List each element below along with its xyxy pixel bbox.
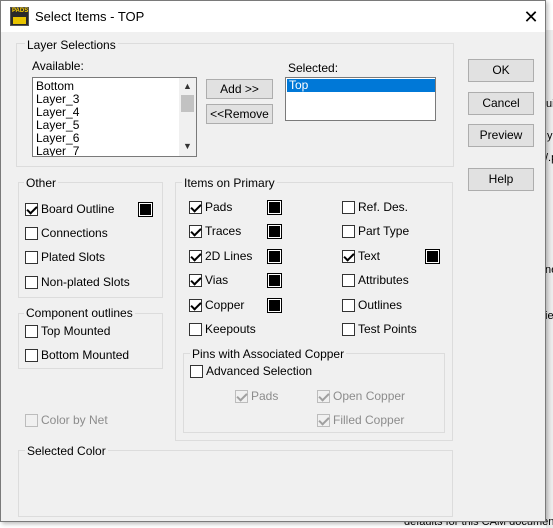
- title-bar: PADS Select Items - TOP ✕: [1, 1, 545, 32]
- pins-pads-checkbox[interactable]: [235, 390, 248, 403]
- pads-label: Pads: [205, 200, 233, 214]
- open-copper-checkbox[interactable]: [317, 390, 330, 403]
- traces-checkbox[interactable]: [189, 225, 202, 238]
- background-text: y: [547, 130, 553, 142]
- 2d-lines-color-swatch[interactable]: [267, 249, 282, 264]
- open-copper-label: Open Copper: [333, 389, 406, 403]
- cancel-button[interactable]: Cancel: [468, 92, 534, 115]
- scroll-down-icon[interactable]: ▼: [181, 140, 194, 153]
- add-button[interactable]: Add >>: [206, 79, 273, 99]
- non-plated-slots-label: Non-plated Slots: [41, 275, 130, 289]
- vias-checkbox[interactable]: [189, 274, 202, 287]
- scroll-up-icon[interactable]: ▲: [181, 80, 194, 93]
- pads-color-swatch[interactable]: [267, 200, 282, 215]
- selected-color-label: Selected Color: [25, 444, 108, 458]
- part-type-checkbox[interactable]: [342, 225, 355, 238]
- board-outline-checkbox[interactable]: [25, 203, 38, 216]
- connections-label: Connections: [41, 226, 108, 240]
- 2d-lines-label: 2D Lines: [205, 249, 253, 263]
- available-layers-list[interactable]: Bottom Layer_3 Layer_4 Layer_5 Layer_6 L…: [32, 77, 197, 157]
- remove-button[interactable]: <<Remove: [206, 104, 273, 124]
- attributes-label: Attributes: [358, 273, 409, 287]
- scroll-thumb[interactable]: [181, 95, 194, 112]
- scrollbar[interactable]: ▲ ▼: [179, 78, 196, 156]
- app-icon-bar: [13, 17, 26, 24]
- background-text: ne: [545, 264, 553, 276]
- select-items-dialog: PADS Select Items - TOP ✕ Layer Selectio…: [0, 0, 546, 522]
- selected-layers-list[interactable]: Top: [285, 77, 436, 121]
- 2d-lines-checkbox[interactable]: [189, 250, 202, 263]
- vias-label: Vias: [205, 273, 229, 287]
- ref-des-checkbox[interactable]: [342, 201, 355, 214]
- advanced-selection-checkbox[interactable]: [190, 365, 203, 378]
- text-label: Text: [358, 249, 381, 263]
- window-title: Select Items - TOP: [35, 9, 145, 24]
- selected-color-group: [18, 450, 453, 517]
- filled-copper-label: Filled Copper: [333, 413, 405, 427]
- test-points-checkbox[interactable]: [342, 323, 355, 336]
- bottom-mounted-label: Bottom Mounted: [41, 348, 130, 362]
- plated-slots-checkbox[interactable]: [25, 251, 38, 264]
- app-icon-text: PADS: [12, 8, 29, 14]
- traces-label: Traces: [205, 224, 242, 238]
- app-icon: PADS: [10, 7, 29, 26]
- keepouts-label: Keepouts: [205, 322, 256, 336]
- outlines-label: Outlines: [358, 298, 403, 312]
- attributes-checkbox[interactable]: [342, 274, 355, 287]
- list-item-selected[interactable]: Top: [287, 79, 435, 92]
- color-by-net-label: Color by Net: [41, 413, 108, 427]
- pins-pads-label: Pads: [251, 389, 279, 403]
- list-item[interactable]: Layer_7: [36, 145, 79, 157]
- other-label: Other: [24, 176, 59, 190]
- component-outlines-label: Component outlines: [24, 306, 135, 320]
- bottom-mounted-checkbox[interactable]: [25, 349, 38, 362]
- top-mounted-label: Top Mounted: [41, 324, 111, 338]
- vias-color-swatch[interactable]: [267, 273, 282, 288]
- traces-color-swatch[interactable]: [267, 224, 282, 239]
- non-plated-slots-checkbox[interactable]: [25, 276, 38, 289]
- test-points-label: Test Points: [358, 322, 417, 336]
- ok-button[interactable]: OK: [468, 59, 534, 82]
- pads-checkbox[interactable]: [189, 201, 202, 214]
- text-color-swatch[interactable]: [425, 249, 440, 264]
- keepouts-checkbox[interactable]: [189, 323, 202, 336]
- layer-selections-label: Layer Selections: [25, 38, 118, 52]
- advanced-selection-label: Advanced Selection: [206, 364, 313, 378]
- pins-with-copper-label: Pins with Associated Copper: [190, 347, 347, 361]
- connections-checkbox[interactable]: [25, 227, 38, 240]
- plated-slots-label: Plated Slots: [41, 250, 106, 264]
- close-icon[interactable]: ✕: [519, 6, 543, 28]
- available-label: Available:: [32, 59, 84, 73]
- board-outline-color-swatch[interactable]: [138, 202, 153, 217]
- ref-des-label: Ref. Des.: [358, 200, 409, 214]
- outlines-checkbox[interactable]: [342, 299, 355, 312]
- preview-button[interactable]: Preview: [468, 124, 534, 147]
- text-checkbox[interactable]: [342, 250, 355, 263]
- copper-color-swatch[interactable]: [267, 298, 282, 313]
- background-text: /.p: [545, 152, 553, 164]
- selected-label: Selected:: [288, 61, 339, 75]
- background-text: uil: [546, 98, 553, 110]
- color-by-net-checkbox[interactable]: [25, 414, 38, 427]
- board-outline-label: Board Outline: [41, 202, 115, 216]
- top-mounted-checkbox[interactable]: [25, 325, 38, 338]
- background-text: ie: [545, 310, 553, 322]
- part-type-label: Part Type: [358, 224, 410, 238]
- copper-label: Copper: [205, 298, 245, 312]
- copper-checkbox[interactable]: [189, 299, 202, 312]
- help-button[interactable]: Help: [468, 168, 534, 191]
- items-on-primary-label: Items on Primary: [182, 176, 277, 190]
- filled-copper-checkbox[interactable]: [317, 414, 330, 427]
